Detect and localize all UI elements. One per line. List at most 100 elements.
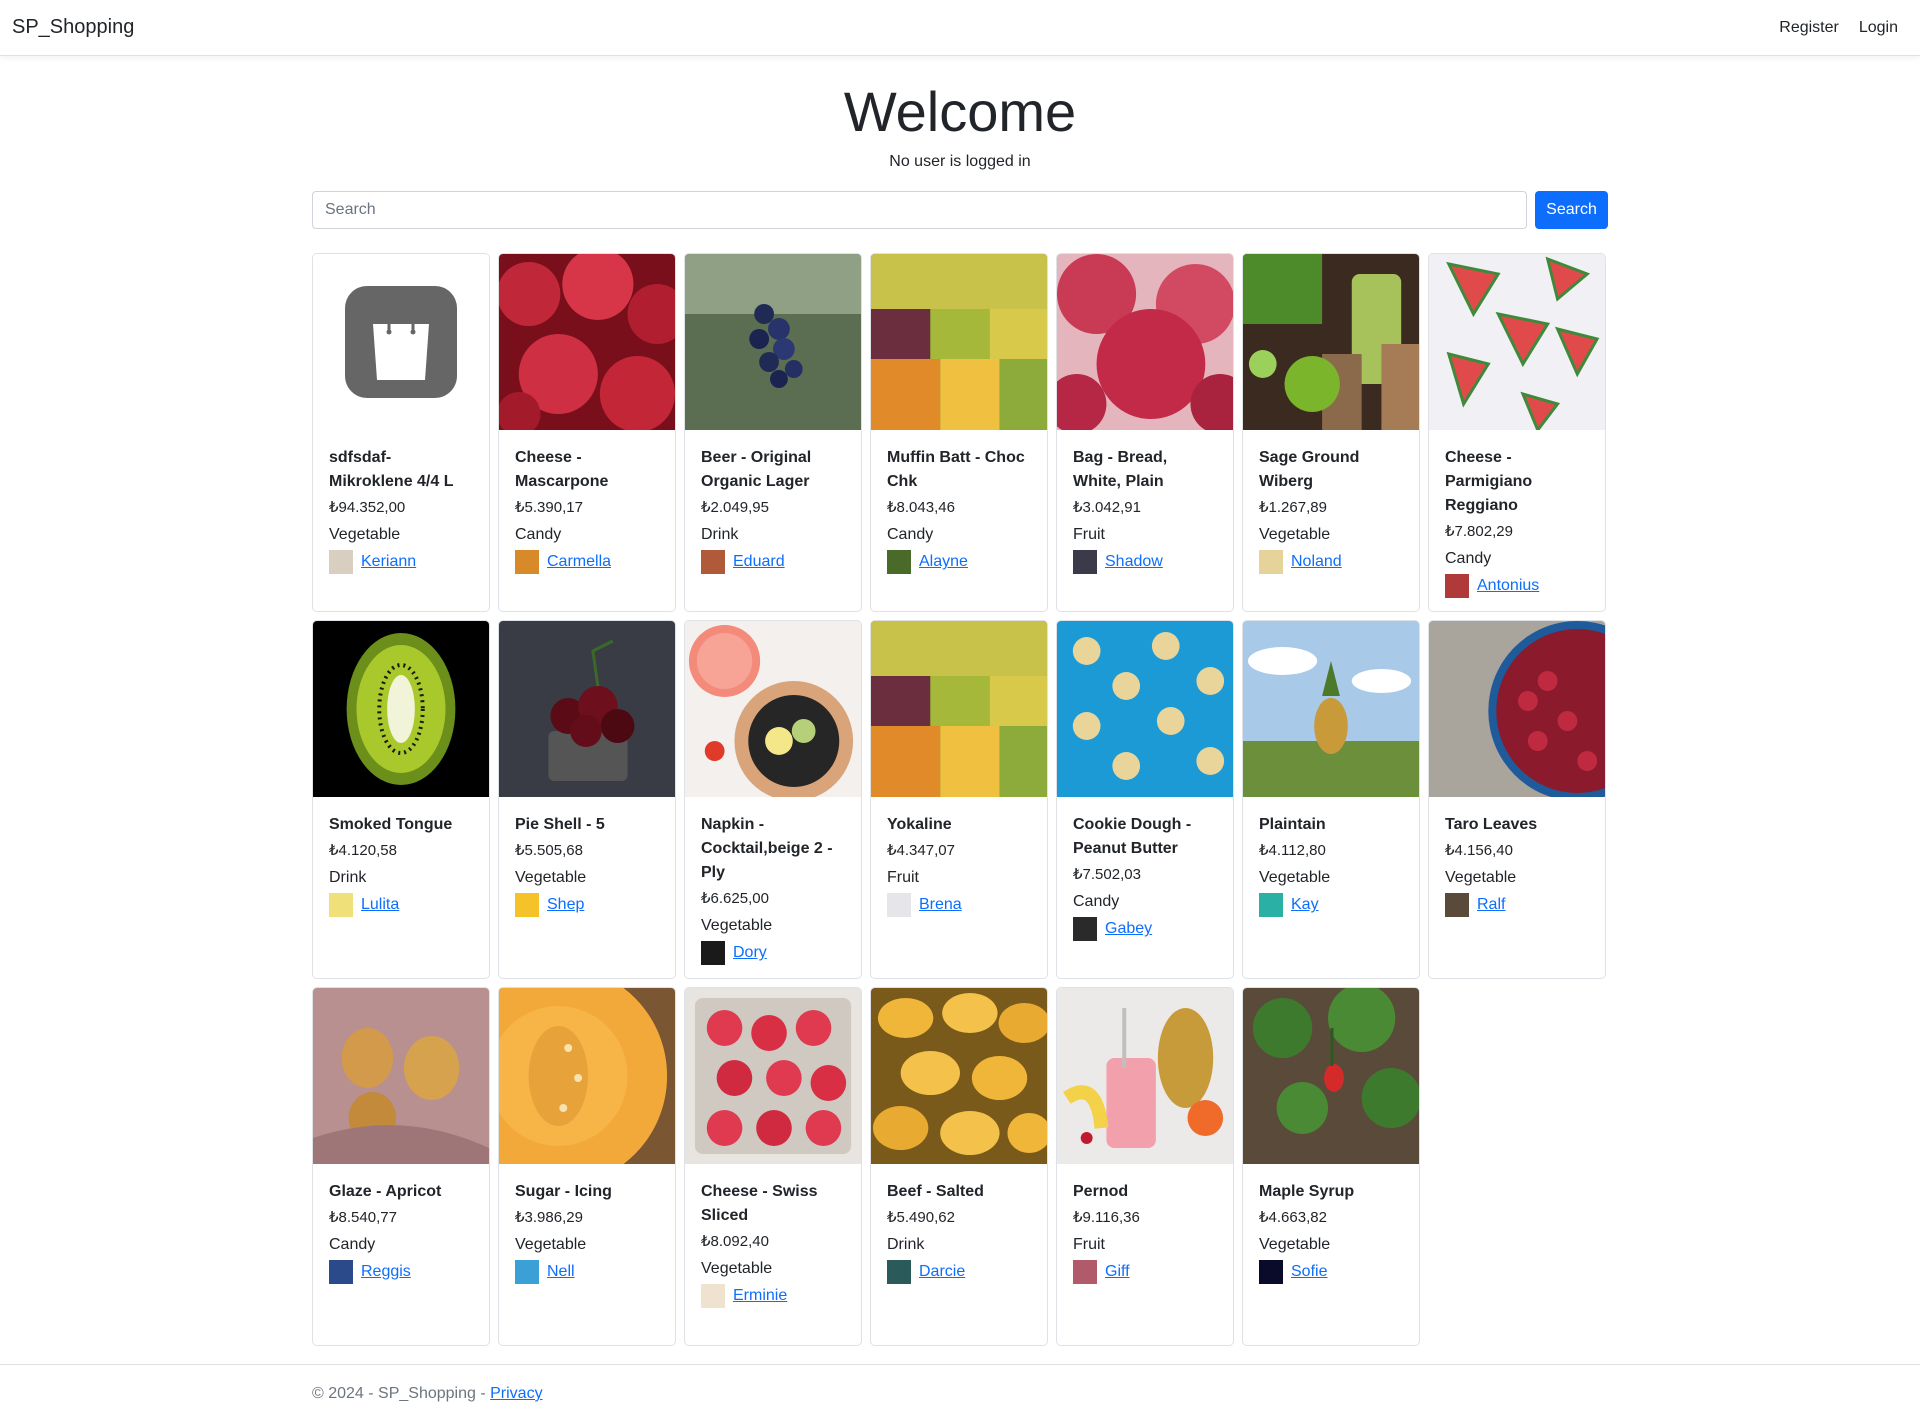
product-name: Smoked Tongue xyxy=(329,816,453,834)
card-body: Plaintain ₺4.112,80 Vegetable Kay xyxy=(1243,797,1419,918)
privacy-link[interactable]: Privacy xyxy=(490,1385,542,1402)
owner-link[interactable]: Antonius xyxy=(1477,577,1539,595)
owner-link[interactable]: Brena xyxy=(919,896,962,914)
card-body: Cookie Dough - Peanut Butter ₺7.502,03 Can… xyxy=(1057,797,1233,942)
owner-link[interactable]: Keriann xyxy=(361,553,416,571)
avatar xyxy=(1073,917,1097,942)
shopping-bag-icon xyxy=(313,254,489,431)
owner-link[interactable]: Carmella xyxy=(547,553,611,571)
product-category: Candy xyxy=(515,526,562,544)
product-name: Sage Ground Wiberg xyxy=(1259,449,1360,491)
card-body: Muffin Batt - Choc Chk ₺8.043,46 Candy Alay… xyxy=(871,430,1047,575)
card-body: Cheese - Parmigiano Reggiano ₺7.802,29 Can… xyxy=(1429,430,1605,599)
product-owner: Shadow xyxy=(1073,550,1217,575)
product-name: Cheese - Parmigiano Reggiano xyxy=(1445,449,1533,515)
product-card[interactable]: Beer - Original Organic Lager ₺2.049,95 Dr… xyxy=(684,253,862,613)
card-body: Cheese - Swiss Sliced ₺8.092,40 Vegetable E… xyxy=(685,1164,861,1309)
product-image xyxy=(313,621,489,798)
owner-link[interactable]: Reggis xyxy=(361,1263,411,1281)
product-price: ₺6.625,00 xyxy=(701,890,769,908)
search-button[interactable]: Search xyxy=(1535,191,1608,230)
avatar xyxy=(1445,574,1469,599)
product-card[interactable]: Cookie Dough - Peanut Butter ₺7.502,03 Can… xyxy=(1056,620,1234,980)
owner-link[interactable]: Darcie xyxy=(919,1263,965,1281)
product-image xyxy=(499,988,675,1165)
product-card[interactable]: Napkin - Cocktail,beige 2 - Ply ₺6.625,00… xyxy=(684,620,862,980)
product-category: Candy xyxy=(1073,893,1120,911)
product-owner: Brena xyxy=(887,893,1031,918)
product-card[interactable]: Cheese - Swiss Sliced ₺8.092,40 Vegetable E… xyxy=(684,987,862,1347)
search-input[interactable] xyxy=(312,191,1527,230)
product-owner: Kay xyxy=(1259,893,1403,918)
owner-link[interactable]: Kay xyxy=(1291,896,1319,914)
owner-link[interactable]: Ralf xyxy=(1477,896,1505,914)
card-body: Glaze - Apricot ₺8.540,77 Candy Reggis xyxy=(313,1164,489,1285)
owner-link[interactable]: Gabey xyxy=(1105,920,1152,938)
card-body: Napkin - Cocktail,beige 2 - Ply ₺6.625,00… xyxy=(685,797,861,966)
product-name: Cheese - Swiss Sliced xyxy=(701,1183,818,1225)
product-name: Beer - Original Organic Lager xyxy=(701,449,812,491)
product-category: Candy xyxy=(887,526,934,544)
product-owner: Nell xyxy=(515,1260,659,1285)
owner-link[interactable]: Giff xyxy=(1105,1263,1130,1281)
owner-link[interactable]: Nell xyxy=(547,1263,575,1281)
avatar xyxy=(887,550,911,575)
product-price: ₺8.043,46 xyxy=(887,499,955,517)
product-card[interactable]: Maple Syrup ₺4.663,82 Vegetable Sofie xyxy=(1242,987,1420,1347)
product-card[interactable]: Glaze - Apricot ₺8.540,77 Candy Reggis xyxy=(312,987,490,1347)
product-card[interactable]: Cheese - Parmigiano Reggiano ₺7.802,29 Can… xyxy=(1428,253,1606,613)
product-card[interactable]: Sage Ground Wiberg ₺1.267,89 Vegetable Nola… xyxy=(1242,253,1420,613)
card-body: Sage Ground Wiberg ₺1.267,89 Vegetable Nola… xyxy=(1243,430,1419,575)
avatar xyxy=(1259,1260,1283,1285)
product-image xyxy=(1243,254,1419,431)
avatar xyxy=(1445,893,1469,918)
product-card[interactable]: Pernod ₺9.116,36 Fruit Giff xyxy=(1056,987,1234,1347)
owner-link[interactable]: Shadow xyxy=(1105,553,1163,571)
card-body: Taro Leaves ₺4.156,40 Vegetable Ralf xyxy=(1429,797,1605,918)
owner-link[interactable]: Alayne xyxy=(919,553,968,571)
owner-link[interactable]: Shep xyxy=(547,896,584,914)
brand-link[interactable]: SP_Shopping xyxy=(12,16,134,39)
footer-text: © 2024 - SP_Shopping - Privacy xyxy=(312,1365,1608,1403)
avatar xyxy=(1259,550,1283,575)
product-card[interactable]: Beef - Salted ₺5.490,62 Drink Darcie xyxy=(870,987,1048,1347)
product-category: Vegetable xyxy=(701,917,773,935)
product-card[interactable]: Smoked Tongue ₺4.120,58 Drink Lulita xyxy=(312,620,490,980)
product-owner: Sofie xyxy=(1259,1260,1403,1285)
login-link[interactable]: Login xyxy=(1849,19,1908,37)
product-name: Beef - Salted xyxy=(887,1183,984,1201)
product-price: ₺94.352,00 xyxy=(329,499,406,517)
avatar xyxy=(701,941,725,966)
product-card[interactable]: Yokaline ₺4.347,07 Fruit Brena xyxy=(870,620,1048,980)
product-card[interactable]: Taro Leaves ₺4.156,40 Vegetable Ralf xyxy=(1428,620,1606,980)
product-category: Vegetable xyxy=(1259,1236,1331,1254)
navbar: SP_Shopping Register Login xyxy=(0,0,1920,56)
owner-link[interactable]: Eduard xyxy=(733,553,785,571)
owner-link[interactable]: Dory xyxy=(733,944,767,962)
page-title: Welcome xyxy=(843,80,1077,143)
product-owner: Reggis xyxy=(329,1260,473,1285)
product-card[interactable]: Cheese - Mascarpone ₺5.390,17 Candy Carmell… xyxy=(498,253,676,613)
product-image xyxy=(499,621,675,798)
product-image xyxy=(1429,621,1605,798)
product-category: Vegetable xyxy=(1259,526,1331,544)
product-image xyxy=(871,254,1047,431)
product-card[interactable]: Bag - Bread, White, Plain ₺3.042,91 Fruit S… xyxy=(1056,253,1234,613)
product-name: Bag - Bread, White, Plain xyxy=(1073,449,1168,491)
product-card[interactable]: sdfsdaf-Mikroklene 4/4 L ₺94.352,00 Vegeta… xyxy=(312,253,490,613)
owner-link[interactable]: Noland xyxy=(1291,553,1342,571)
card-body: Beer - Original Organic Lager ₺2.049,95 Dr… xyxy=(685,430,861,575)
owner-link[interactable]: Sofie xyxy=(1291,1263,1327,1281)
owner-link[interactable]: Lulita xyxy=(361,896,399,914)
product-category: Drink xyxy=(701,526,739,544)
product-category: Vegetable xyxy=(1445,869,1517,887)
owner-link[interactable]: Erminie xyxy=(733,1287,787,1305)
register-link[interactable]: Register xyxy=(1769,19,1849,37)
product-price: ₺9.116,36 xyxy=(1073,1209,1140,1227)
product-card[interactable]: Plaintain ₺4.112,80 Vegetable Kay xyxy=(1242,620,1420,980)
product-card[interactable]: Sugar - Icing ₺3.986,29 Vegetable Nell xyxy=(498,987,676,1347)
avatar xyxy=(329,893,353,918)
product-card[interactable]: Pie Shell - 5 ₺5.505,68 Vegetable Shep xyxy=(498,620,676,980)
product-owner: Antonius xyxy=(1445,574,1589,599)
product-card[interactable]: Muffin Batt - Choc Chk ₺8.043,46 Candy Alay… xyxy=(870,253,1048,613)
